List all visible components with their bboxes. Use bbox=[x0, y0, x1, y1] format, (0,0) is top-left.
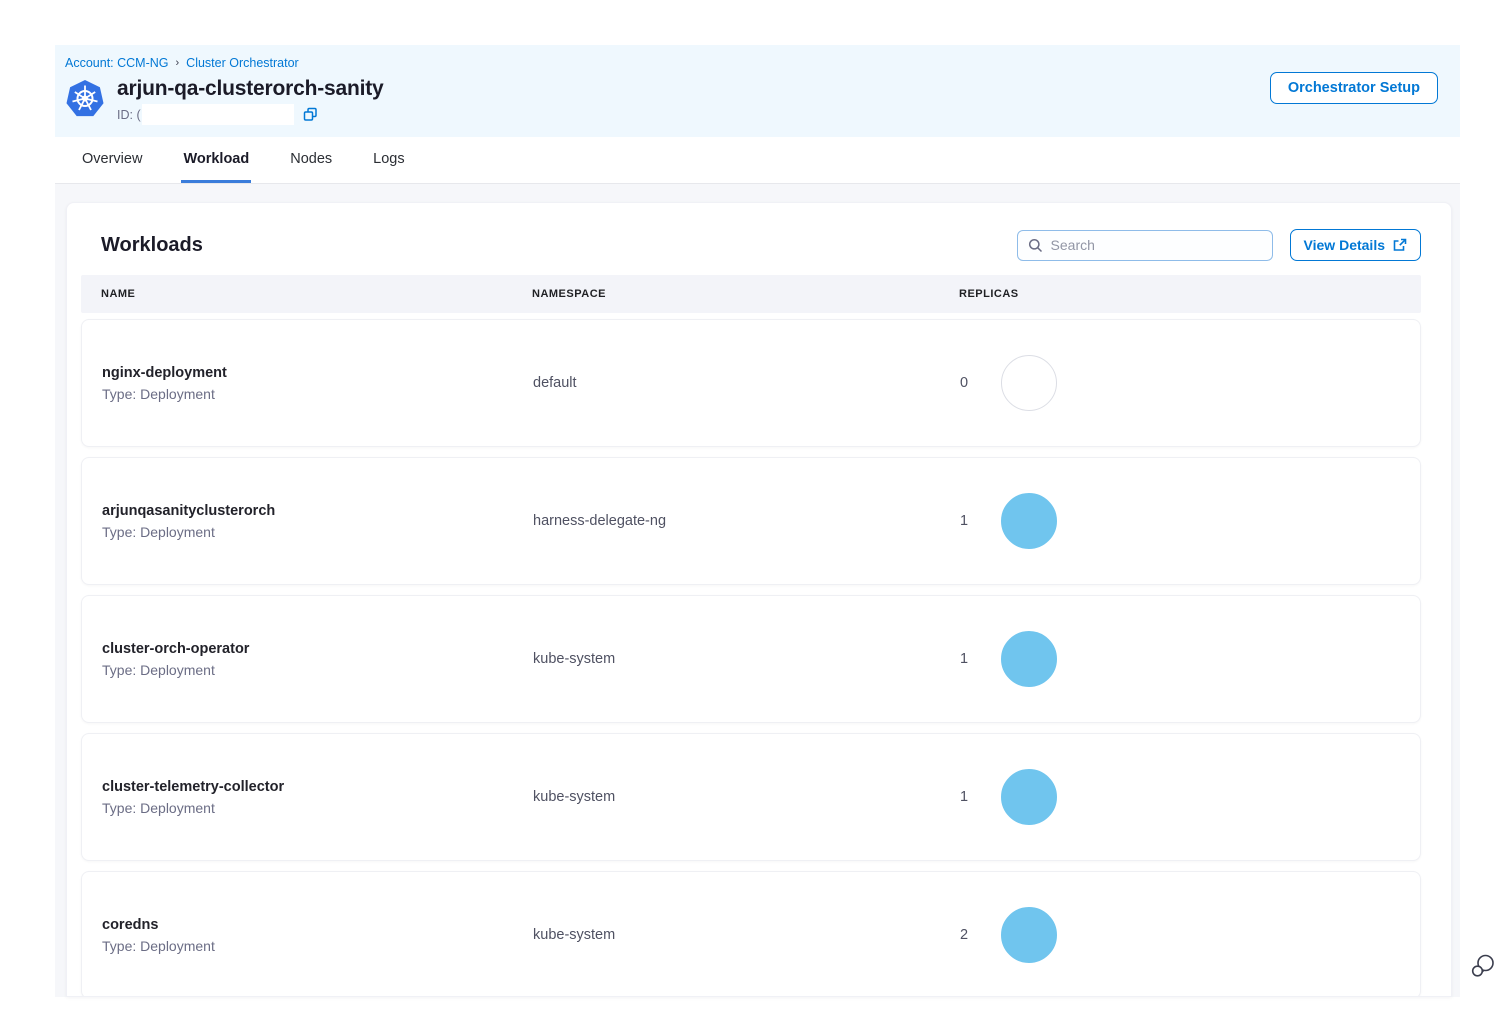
main-content: Workloads View Details bbox=[55, 184, 1460, 997]
workload-name: arjunqasanityclusterorch bbox=[102, 503, 533, 519]
workload-type: Type: Deployment bbox=[102, 800, 533, 816]
workload-type: Type: Deployment bbox=[102, 386, 533, 402]
workload-namespace: harness-delegate-ng bbox=[533, 513, 960, 529]
cluster-orchestrator-page: Account: CCM-NG › Cluster Orchestrator bbox=[55, 45, 1460, 997]
replica-circle bbox=[1001, 355, 1057, 411]
workload-type: Type: Deployment bbox=[102, 524, 533, 540]
workload-name-cell: arjunqasanityclusterorch Type: Deploymen… bbox=[102, 503, 533, 540]
replica-count: 2 bbox=[960, 927, 970, 943]
replica-count: 1 bbox=[960, 789, 970, 805]
replica-circle bbox=[1001, 493, 1057, 549]
breadcrumb-chevron-icon: › bbox=[176, 57, 180, 69]
table-row[interactable]: nginx-deployment Type: Deployment defaul… bbox=[81, 319, 1421, 447]
workload-namespace: kube-system bbox=[533, 651, 960, 667]
workload-namespace: kube-system bbox=[533, 927, 960, 943]
external-link-icon bbox=[1393, 238, 1407, 252]
workload-name-cell: coredns Type: Deployment bbox=[102, 917, 533, 954]
orchestrator-setup-button[interactable]: Orchestrator Setup bbox=[1270, 72, 1438, 104]
replica-circle bbox=[1001, 907, 1057, 963]
replicas-cell: 1 bbox=[960, 493, 1420, 549]
tab-workload[interactable]: Workload bbox=[181, 137, 251, 183]
tab-nodes[interactable]: Nodes bbox=[288, 137, 334, 183]
page-header: Account: CCM-NG › Cluster Orchestrator bbox=[55, 45, 1460, 137]
breadcrumb-section-link[interactable]: Cluster Orchestrator bbox=[186, 56, 299, 70]
cluster-id-redacted bbox=[142, 104, 294, 125]
workload-name-cell: nginx-deployment Type: Deployment bbox=[102, 365, 533, 402]
workload-name-cell: cluster-orch-operator Type: Deployment bbox=[102, 641, 533, 678]
column-header-replicas: REPLICAS bbox=[959, 288, 1421, 300]
table-row[interactable]: cluster-orch-operator Type: Deployment k… bbox=[81, 595, 1421, 723]
search-input[interactable] bbox=[1051, 237, 1262, 253]
search-icon bbox=[1028, 238, 1043, 253]
replica-circle bbox=[1001, 769, 1057, 825]
workload-type: Type: Deployment bbox=[102, 938, 533, 954]
search-box[interactable] bbox=[1017, 230, 1273, 261]
breadcrumb-account-link[interactable]: Account: CCM-NG bbox=[65, 56, 169, 70]
table-row[interactable]: coredns Type: Deployment kube-system 2 bbox=[81, 871, 1421, 997]
page-title: arjun-qa-clusterorch-sanity bbox=[117, 77, 384, 101]
replica-count: 1 bbox=[960, 513, 970, 529]
table-row[interactable]: arjunqasanityclusterorch Type: Deploymen… bbox=[81, 457, 1421, 585]
tab-overview[interactable]: Overview bbox=[80, 137, 144, 183]
cluster-id-label: ID: ( bbox=[117, 108, 141, 122]
replica-count: 1 bbox=[960, 651, 970, 667]
tab-logs[interactable]: Logs bbox=[371, 137, 406, 183]
workload-type: Type: Deployment bbox=[102, 662, 533, 678]
workload-rows: nginx-deployment Type: Deployment defaul… bbox=[81, 319, 1421, 997]
workloads-title: Workloads bbox=[101, 234, 203, 257]
view-details-label: View Details bbox=[1304, 237, 1385, 253]
workload-name: coredns bbox=[102, 917, 533, 933]
workload-namespace: kube-system bbox=[533, 789, 960, 805]
table-header: NAME NAMESPACE REPLICAS bbox=[81, 275, 1421, 313]
breadcrumb: Account: CCM-NG › Cluster Orchestrator bbox=[65, 56, 1440, 70]
workload-name-cell: cluster-telemetry-collector Type: Deploy… bbox=[102, 779, 533, 816]
replicas-cell: 1 bbox=[960, 631, 1420, 687]
workload-name: cluster-telemetry-collector bbox=[102, 779, 533, 795]
column-header-name: NAME bbox=[101, 288, 532, 300]
tab-bar: Overview Workload Nodes Logs bbox=[55, 137, 1460, 184]
replica-count: 0 bbox=[960, 375, 970, 391]
column-header-namespace: NAMESPACE bbox=[532, 288, 959, 300]
workload-name: cluster-orch-operator bbox=[102, 641, 533, 657]
table-row[interactable]: cluster-telemetry-collector Type: Deploy… bbox=[81, 733, 1421, 861]
kubernetes-icon bbox=[65, 79, 105, 119]
workloads-panel: Workloads View Details bbox=[66, 202, 1452, 997]
replicas-cell: 0 bbox=[960, 355, 1420, 411]
workload-namespace: default bbox=[533, 375, 960, 391]
replicas-cell: 2 bbox=[960, 907, 1420, 963]
workload-name: nginx-deployment bbox=[102, 365, 533, 381]
replica-circle bbox=[1001, 631, 1057, 687]
view-details-button[interactable]: View Details bbox=[1290, 229, 1421, 261]
copy-icon[interactable] bbox=[303, 107, 318, 122]
help-chat-button[interactable] bbox=[1468, 952, 1498, 984]
replicas-cell: 1 bbox=[960, 769, 1420, 825]
